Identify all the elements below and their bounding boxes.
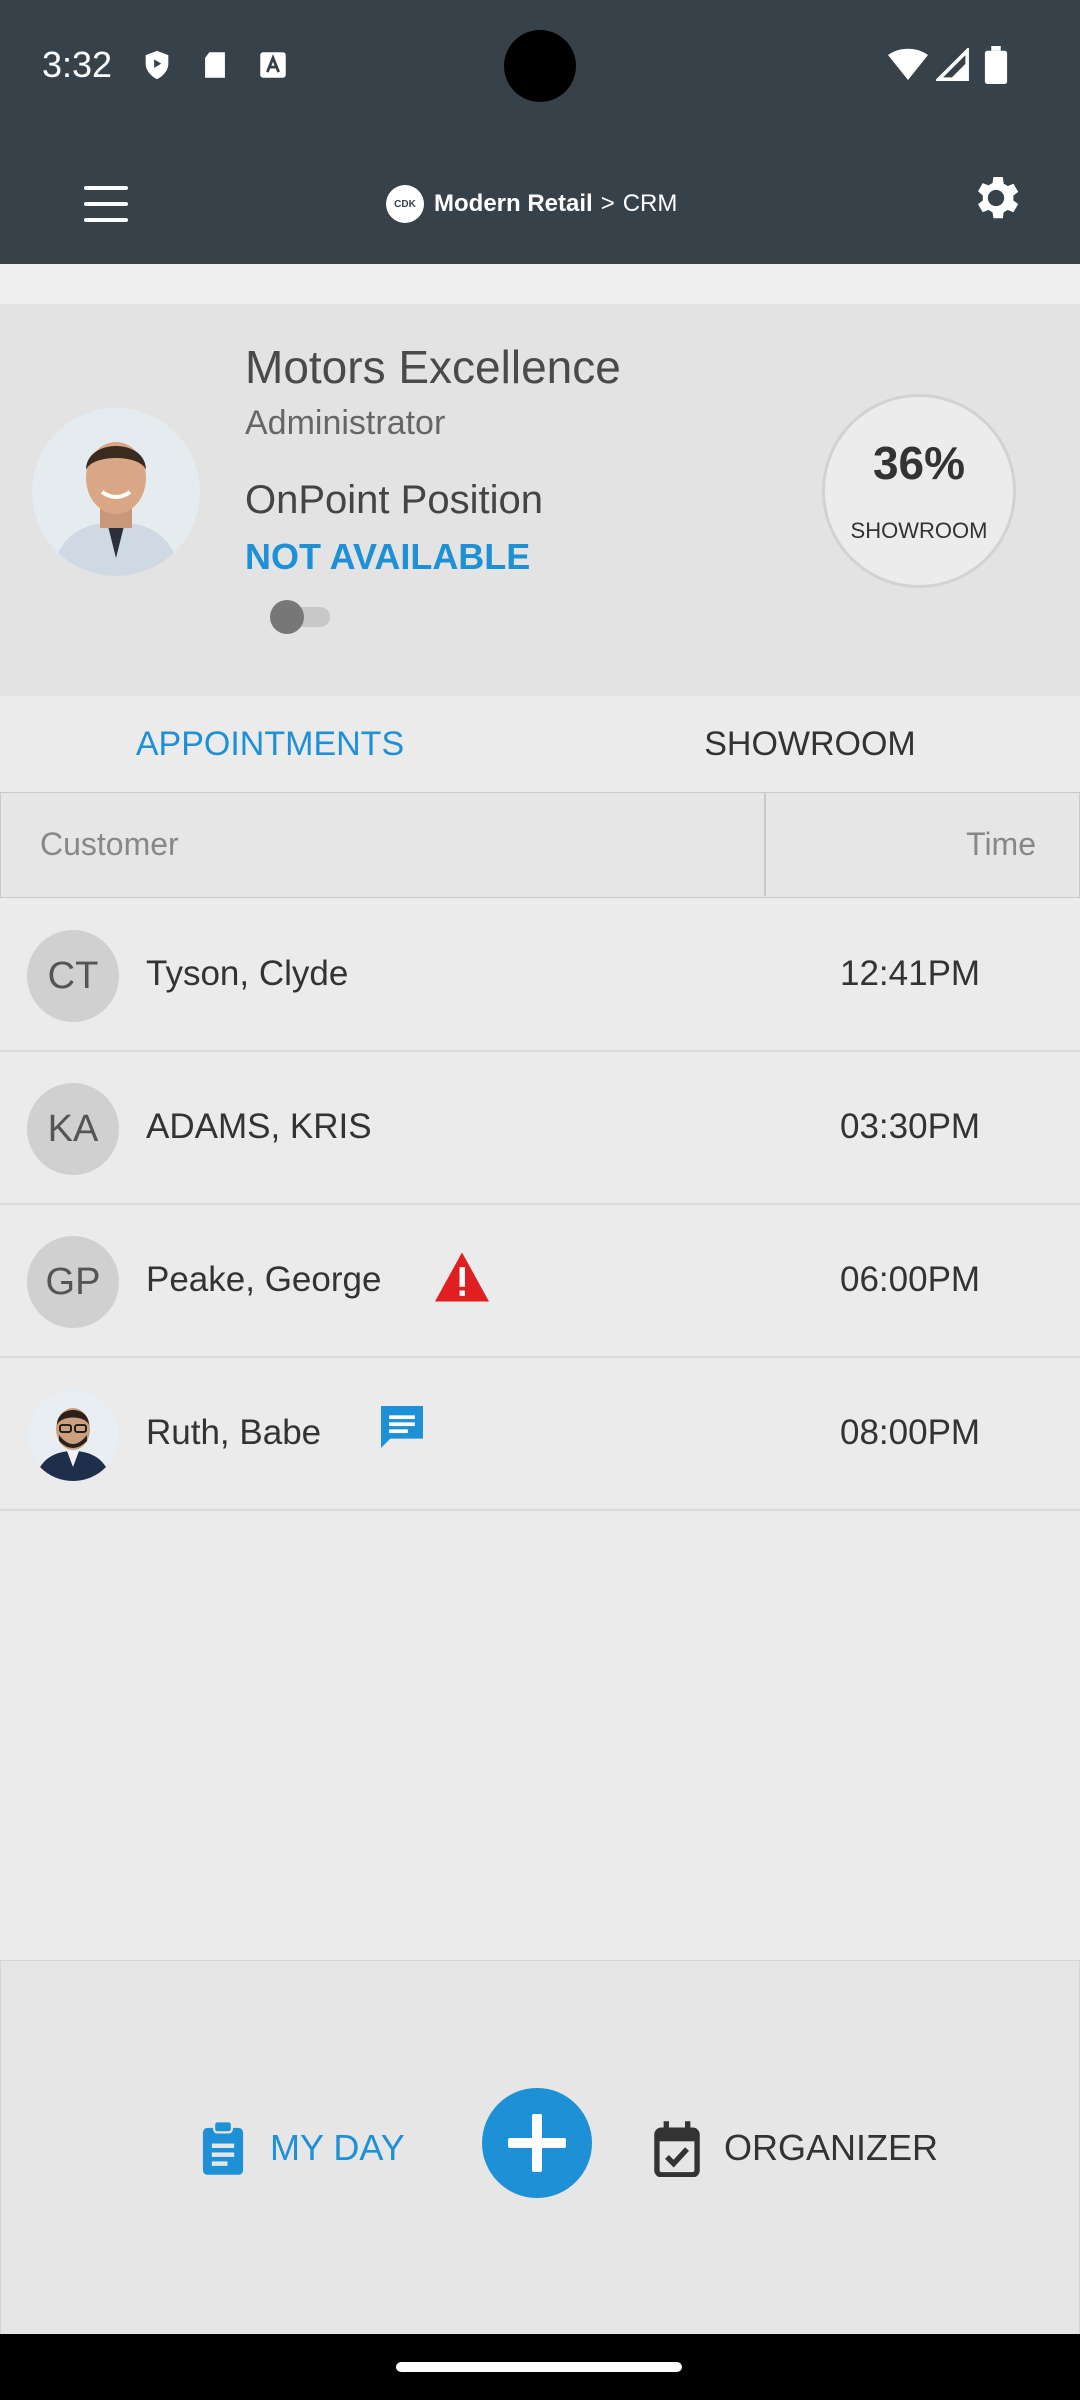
table-row[interactable]: KA ADAMS, KRIS 03:30PM [0, 1051, 1080, 1205]
hamburger-menu-button[interactable] [80, 186, 136, 226]
battery-icon [984, 46, 1008, 84]
sd-card-icon [205, 52, 225, 78]
dealer-name: Motors Excellence [245, 341, 621, 393]
message-icon[interactable] [374, 1399, 430, 1455]
tab-showroom[interactable]: SHOWROOM [540, 696, 1080, 792]
user-avatar[interactable] [32, 408, 200, 576]
customer-initials-avatar: KA [27, 1083, 119, 1175]
brand-name: Modern Retail [434, 190, 593, 217]
status-time: 3:32 [42, 44, 113, 85]
breadcrumb-separator: > [600, 190, 615, 217]
organizer-button[interactable]: ORGANIZER [650, 2116, 938, 2180]
clipboard-icon [202, 2120, 244, 2175]
customer-initials-avatar: GP [27, 1236, 119, 1328]
customer-name: Ruth, Babe [146, 1413, 322, 1452]
appointment-time: 03:30PM [840, 1107, 981, 1146]
customer-name: Tyson, Clyde [146, 954, 349, 993]
column-header-customer[interactable]: Customer [0, 792, 766, 896]
warning-icon[interactable] [432, 1250, 492, 1304]
brand-title: CDK Modern Retail > CRM [386, 184, 677, 224]
column-header-time[interactable]: Time [768, 792, 1036, 896]
user-role: Administrator [245, 404, 446, 442]
wifi-icon [888, 48, 928, 80]
calendar-check-icon [654, 2121, 700, 2177]
showroom-gauge [822, 394, 1016, 588]
gear-icon[interactable] [968, 170, 1024, 226]
showroom-percent: 36% [872, 437, 966, 489]
profile-top-strip [0, 264, 1080, 304]
add-button[interactable] [482, 2088, 592, 2198]
plus-icon [508, 2114, 566, 2172]
cdk-logo-icon: CDK [386, 185, 424, 223]
customer-name: Peake, George [146, 1260, 382, 1299]
availability-status: NOT AVAILABLE [245, 536, 531, 577]
home-gesture-handle[interactable] [396, 2362, 682, 2372]
tab-appointments[interactable]: APPOINTMENTS [0, 696, 540, 792]
person-portrait-icon [27, 1389, 119, 1481]
appointment-time: 06:00PM [840, 1260, 981, 1299]
table-row[interactable]: CT Tyson, Clyde 12:41PM [0, 898, 1080, 1052]
customer-name: ADAMS, KRIS [146, 1107, 372, 1146]
onpoint-position-label: OnPoint Position [245, 478, 543, 522]
availability-toggle[interactable] [266, 600, 332, 634]
my-day-label: MY DAY [270, 2127, 405, 2168]
camera-cutout [504, 30, 576, 102]
breadcrumb-section: CRM [622, 190, 678, 217]
cell-signal-icon [936, 48, 969, 81]
customer-initials-avatar: CT [27, 930, 119, 1022]
shield-icon [145, 50, 169, 80]
my-day-button[interactable]: MY DAY [196, 2116, 405, 2180]
font-a-icon [260, 52, 286, 78]
organizer-label: ORGANIZER [724, 2127, 939, 2168]
appointment-time: 08:00PM [840, 1413, 981, 1452]
appointment-time: 12:41PM [840, 954, 981, 993]
showroom-gauge-label: SHOWROOM [850, 518, 988, 543]
table-row[interactable]: Ruth, Babe 08:00PM [0, 1357, 1080, 1511]
person-portrait-icon [32, 408, 200, 576]
table-row[interactable]: GP Peake, George 06:00PM [0, 1204, 1080, 1358]
customer-photo-avatar [27, 1389, 119, 1481]
